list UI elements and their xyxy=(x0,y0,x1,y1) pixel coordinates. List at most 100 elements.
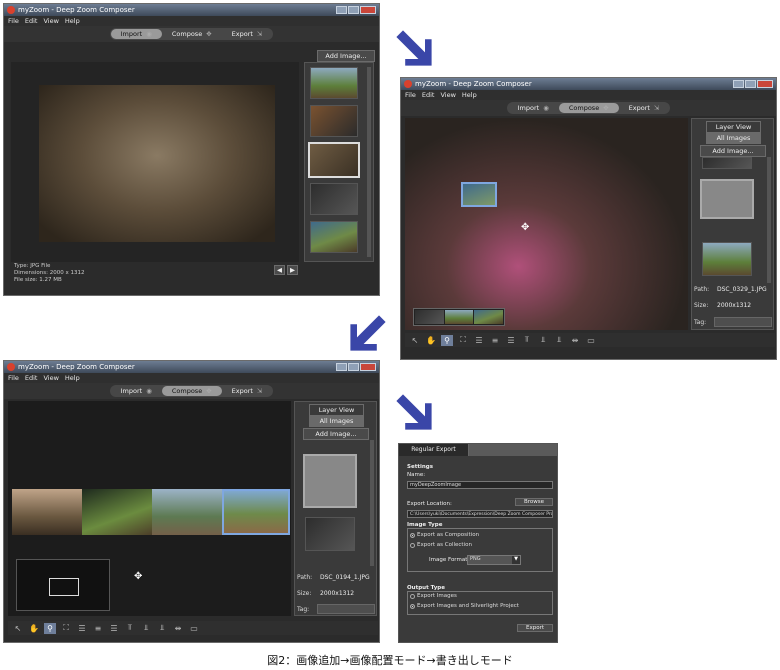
minimize-button[interactable] xyxy=(733,80,744,88)
export-button[interactable]: Export xyxy=(517,624,553,632)
mode-export[interactable]: Export ⇲ xyxy=(222,29,273,39)
pan-tool-icon[interactable]: ✋ xyxy=(28,623,40,634)
scrollbar[interactable] xyxy=(370,440,374,566)
regular-export-tab[interactable]: Regular Export xyxy=(399,444,469,456)
mode-export[interactable]: Export ⇲ xyxy=(222,386,273,396)
thumbnail[interactable] xyxy=(305,517,355,551)
menu-view[interactable]: View xyxy=(43,374,58,382)
placed-image-selected[interactable] xyxy=(222,489,290,535)
mode-import[interactable]: Import ◉ xyxy=(508,103,559,113)
menu-help[interactable]: Help xyxy=(65,17,80,25)
add-image-button[interactable]: Add Image... xyxy=(317,50,375,62)
minimize-button[interactable] xyxy=(336,363,347,371)
thumbnail-selected[interactable] xyxy=(700,179,754,219)
mode-import[interactable]: Import ◉ xyxy=(110,29,162,39)
menu-view[interactable]: View xyxy=(440,91,455,99)
thumbnail[interactable] xyxy=(310,183,358,215)
navigator-minimap[interactable] xyxy=(16,559,110,611)
fit-tool-icon[interactable]: ⛶ xyxy=(60,623,72,634)
tag-field[interactable] xyxy=(714,317,772,327)
thumbnail-selected[interactable] xyxy=(303,454,357,508)
menu-help[interactable]: Help xyxy=(462,91,477,99)
select-tool-icon[interactable]: ↖ xyxy=(409,335,421,346)
minimize-button[interactable] xyxy=(336,6,347,14)
pan-tool-icon[interactable]: ✋ xyxy=(425,335,437,346)
mode-compose[interactable]: Compose ✥ xyxy=(558,103,619,113)
layer-panel: Layer View All Images Add Image... Path:… xyxy=(691,118,774,330)
align-middle-icon[interactable]: ⫫ xyxy=(537,335,549,346)
align-top-icon[interactable]: ⫪ xyxy=(124,623,136,634)
export-images-silverlight-radio[interactable]: Export Images and Silverlight Project xyxy=(410,603,519,609)
all-images-tab[interactable]: All Images xyxy=(309,415,364,427)
align-right-icon[interactable]: ☰ xyxy=(505,335,517,346)
fit-tool-icon[interactable]: ⛶ xyxy=(457,335,469,346)
menu-view[interactable]: View xyxy=(43,17,58,25)
menu-help[interactable]: Help xyxy=(65,374,80,382)
add-image-button[interactable]: Add Image... xyxy=(700,145,766,157)
align-center-icon[interactable]: ≡ xyxy=(489,335,501,346)
mode-export[interactable]: Export ⇲ xyxy=(619,103,670,113)
mode-compose[interactable]: Compose ✥ xyxy=(162,29,222,39)
menu-file[interactable]: File xyxy=(8,17,19,25)
menu-edit[interactable]: Edit xyxy=(422,91,435,99)
placed-image[interactable] xyxy=(82,489,152,535)
align-left-icon[interactable]: ☰ xyxy=(473,335,485,346)
placed-image-selected[interactable] xyxy=(461,182,497,207)
placed-image[interactable] xyxy=(12,489,82,535)
select-tool-icon[interactable]: ↖ xyxy=(12,623,24,634)
menu-file[interactable]: File xyxy=(8,374,19,382)
image-format-select[interactable]: PNG ▼ xyxy=(467,555,521,565)
align-top-icon[interactable]: ⫪ xyxy=(521,335,533,346)
align-center-icon[interactable]: ≡ xyxy=(92,623,104,634)
scrollbar[interactable] xyxy=(767,157,771,283)
close-button[interactable] xyxy=(757,80,773,88)
distribute-icon[interactable]: ⇹ xyxy=(569,335,581,346)
export-collection-radio[interactable]: Export as Collection xyxy=(410,542,472,548)
location-field[interactable]: C:\Users\yuki\Documents\Expression\Deep … xyxy=(407,510,553,518)
add-image-button[interactable]: Add Image... xyxy=(303,428,369,440)
export-composition-radio[interactable]: Export as Composition xyxy=(410,532,479,538)
navigator-minimap[interactable] xyxy=(413,308,505,326)
close-button[interactable] xyxy=(360,363,376,371)
align-bottom-icon[interactable]: ⫫ xyxy=(553,335,565,346)
maximize-button[interactable] xyxy=(745,80,756,88)
name-field[interactable]: myDeepZoomImage xyxy=(407,481,553,489)
tag-field[interactable] xyxy=(317,604,375,614)
thumbnail[interactable] xyxy=(702,242,752,276)
align-right-icon[interactable]: ☰ xyxy=(108,623,120,634)
thumbnail[interactable] xyxy=(310,105,358,137)
maximize-button[interactable] xyxy=(348,363,359,371)
layout-icon[interactable]: ▭ xyxy=(585,335,597,346)
menu-edit[interactable]: Edit xyxy=(25,17,38,25)
thumbnail[interactable] xyxy=(310,67,358,99)
zoom-tool-icon[interactable]: ⚲ xyxy=(441,334,453,346)
export-images-radio[interactable]: Export Images xyxy=(410,593,457,599)
zoom-tool-icon[interactable]: ⚲ xyxy=(44,622,56,634)
next-icon[interactable]: ▶ xyxy=(287,265,298,275)
compose-icon: ✥ xyxy=(603,104,609,112)
scrollbar[interactable] xyxy=(367,67,371,257)
thumbnail[interactable] xyxy=(310,221,358,253)
align-bottom-icon[interactable]: ⫫ xyxy=(156,623,168,634)
align-middle-icon[interactable]: ⫫ xyxy=(140,623,152,634)
size-label: Size: xyxy=(694,302,709,309)
mode-compose[interactable]: Compose ✥ xyxy=(161,386,222,396)
layout-icon[interactable]: ▭ xyxy=(188,623,200,634)
close-button[interactable] xyxy=(360,6,376,14)
distribute-icon[interactable]: ⇹ xyxy=(172,623,184,634)
all-images-tab[interactable]: All Images xyxy=(706,132,761,144)
mode-import[interactable]: Import ◉ xyxy=(111,386,162,396)
thumbnail-selected[interactable] xyxy=(308,142,360,178)
browse-button[interactable]: Browse xyxy=(515,498,553,506)
placed-image[interactable] xyxy=(152,489,222,535)
menu-file[interactable]: File xyxy=(405,91,416,99)
thumbnail[interactable] xyxy=(702,157,752,169)
image-format-value: PNG xyxy=(470,556,481,562)
prev-icon[interactable]: ◀ xyxy=(274,265,285,275)
compose-canvas[interactable]: ✥ xyxy=(405,118,688,330)
compose-canvas[interactable]: ✥ xyxy=(8,401,291,616)
maximize-button[interactable] xyxy=(348,6,359,14)
path-value: DSC_0329_1.JPG xyxy=(717,286,767,293)
menu-edit[interactable]: Edit xyxy=(25,374,38,382)
align-left-icon[interactable]: ☰ xyxy=(76,623,88,634)
